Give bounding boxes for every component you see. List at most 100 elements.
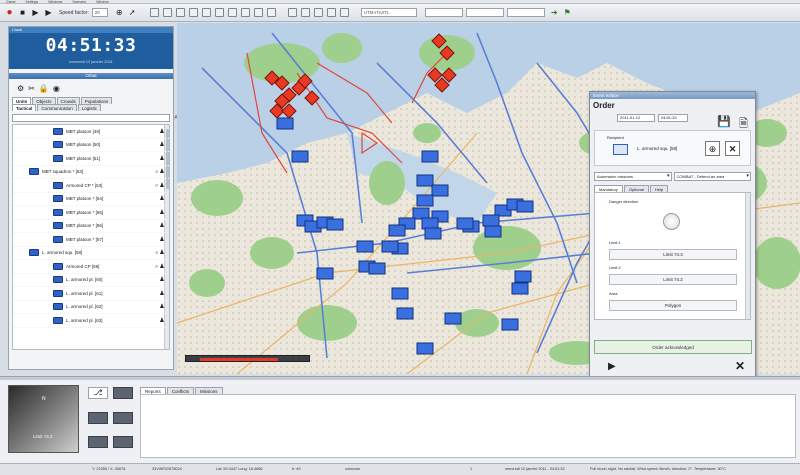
- friendly-unit-icon[interactable]: [368, 262, 386, 275]
- settings-icon[interactable]: ⚙: [17, 84, 24, 93]
- menu-windows[interactable]: Windows: [48, 0, 62, 4]
- friendly-unit-icon[interactable]: [356, 240, 374, 253]
- contour-icon[interactable]: [266, 8, 276, 17]
- friendly-unit-icon[interactable]: [516, 200, 534, 213]
- eye-icon[interactable]: ◉: [53, 84, 60, 93]
- draw-polygon-icon[interactable]: [175, 8, 185, 17]
- coordinate-input-2[interactable]: [465, 8, 504, 17]
- friendly-unit-icon[interactable]: [276, 117, 294, 130]
- friendly-unit-icon[interactable]: [482, 214, 500, 227]
- draw-circle-icon[interactable]: [188, 8, 198, 17]
- tab-help[interactable]: Help: [649, 185, 669, 192]
- coordinate-system-select[interactable]: UTM-ITA/ITL: [360, 8, 417, 17]
- record-icon[interactable]: ●: [4, 7, 15, 18]
- reports-log[interactable]: [140, 394, 796, 458]
- chart-icon[interactable]: [326, 8, 336, 17]
- limit2-value[interactable]: Limit 74.2: [609, 274, 737, 285]
- step-icon[interactable]: ▶: [30, 7, 41, 18]
- tree-row[interactable]: L. armored pl. [60] ♟: [13, 274, 169, 287]
- friendly-unit-icon[interactable]: [444, 312, 462, 325]
- bottom-splitter[interactable]: [0, 377, 800, 380]
- friendly-unit-icon[interactable]: [381, 240, 399, 253]
- tree-row[interactable]: MBT platoon * [56] ♟: [13, 220, 169, 233]
- tab-populations[interactable]: Populations: [80, 97, 113, 104]
- tab-reports[interactable]: Reports: [140, 387, 166, 394]
- scissors-icon[interactable]: ✂: [28, 84, 35, 93]
- magnifier-icon[interactable]: ⊕: [114, 7, 125, 18]
- tree-row[interactable]: Armored CP * [53] P ♟: [13, 179, 169, 193]
- draw-line-icon[interactable]: [149, 8, 159, 17]
- layer-icon-5[interactable]: [113, 436, 133, 449]
- minimap[interactable]: N Limit 74.2: [8, 385, 79, 453]
- friendly-unit-icon[interactable]: [431, 184, 449, 197]
- play-icon[interactable]: ▶: [43, 7, 54, 18]
- coordinate-input-3[interactable]: [506, 8, 545, 17]
- friendly-unit-icon[interactable]: [316, 267, 334, 280]
- draw-point-icon[interactable]: [162, 8, 172, 17]
- flag-icon[interactable]: ⚑: [562, 7, 573, 18]
- goto-icon[interactable]: ➜: [549, 7, 560, 18]
- friendly-unit-icon[interactable]: [326, 218, 344, 231]
- terrain-icon[interactable]: [339, 8, 349, 17]
- menu-settings[interactable]: Settings: [26, 0, 39, 4]
- tree-row[interactable]: L. armored pl. [62] ♟: [13, 301, 169, 314]
- coordinate-input-1[interactable]: [424, 8, 463, 17]
- tree-row[interactable]: MBT platoon * [54] ♟: [13, 193, 169, 206]
- filter-icon[interactable]: [287, 8, 297, 17]
- tools-icon[interactable]: ✕: [725, 141, 740, 156]
- grid-icon[interactable]: [240, 8, 250, 17]
- tab-mandatory[interactable]: Mandatory: [594, 185, 623, 192]
- friendly-unit-icon[interactable]: [388, 224, 406, 237]
- tab-communication[interactable]: Communication: [37, 104, 77, 111]
- lock-icon[interactable]: 🔒: [39, 84, 49, 93]
- tree-row[interactable]: L. armored pl. [63] ♟: [13, 314, 169, 328]
- order-date-input[interactable]: 2011-01-12: [617, 114, 655, 122]
- save-icon[interactable]: 💾: [717, 115, 731, 128]
- tree-row[interactable]: MBT platoon [51] ♟: [13, 152, 169, 166]
- orbat-search-input[interactable]: ⌕: [12, 114, 178, 122]
- layer-icon-2[interactable]: [88, 411, 108, 424]
- friendly-unit-icon[interactable]: [412, 207, 430, 220]
- limit1-value[interactable]: Limit 74.3: [609, 249, 737, 260]
- tab-missions[interactable]: Missions: [195, 387, 223, 394]
- area-value[interactable]: Polygon: [609, 300, 737, 311]
- pointer-icon[interactable]: ➚: [127, 7, 138, 18]
- friendly-unit-icon[interactable]: [421, 150, 439, 163]
- stop-icon[interactable]: ■: [17, 7, 28, 18]
- menu-game[interactable]: Game: [6, 0, 16, 4]
- menu-window[interactable]: Window: [96, 0, 108, 4]
- tab-logistic[interactable]: Logistic: [77, 104, 101, 111]
- hierarchy-icon[interactable]: ⎇: [88, 387, 108, 399]
- order-time-input[interactable]: 04:51:33: [658, 114, 688, 122]
- tree-row[interactable]: MBT platoon * [57] ♟: [13, 233, 169, 247]
- tree-row[interactable]: L. armored pl. [61] ♟: [13, 287, 169, 301]
- layers-icon[interactable]: [253, 8, 263, 17]
- friendly-unit-icon[interactable]: [416, 342, 434, 355]
- mission-type-select[interactable]: Automaton missions: [594, 172, 672, 181]
- tree-row[interactable]: Armored CP [59] P ♟: [13, 260, 169, 274]
- friendly-unit-icon[interactable]: [291, 150, 309, 163]
- params-scrollbar[interactable]: [745, 193, 750, 319]
- friendly-unit-icon[interactable]: [484, 225, 502, 238]
- tab-optional[interactable]: Optional: [623, 185, 649, 192]
- close-icon[interactable]: ✕: [735, 359, 745, 373]
- layer-icon-1[interactable]: [113, 387, 133, 399]
- time-slider[interactable]: [185, 355, 310, 362]
- friendly-unit-icon[interactable]: [391, 287, 409, 300]
- ruler-icon[interactable]: [214, 8, 224, 17]
- layer-icon-4[interactable]: [88, 436, 108, 449]
- tree-row[interactable]: MBT platoon * [55] ♟: [13, 206, 169, 220]
- speed-input[interactable]: 20: [91, 8, 108, 17]
- fire-icon[interactable]: [313, 8, 323, 17]
- tab-tactical[interactable]: Tactical: [12, 104, 37, 111]
- tab-conflicts[interactable]: Conflicts: [166, 387, 195, 394]
- weather-icon[interactable]: [300, 8, 310, 17]
- danger-direction-dial[interactable]: [663, 213, 680, 230]
- friendly-unit-icon[interactable]: [456, 217, 474, 230]
- friendly-unit-icon[interactable]: [421, 217, 439, 230]
- send-order-icon[interactable]: ▶: [608, 361, 616, 372]
- tab-objects[interactable]: Objects: [32, 97, 56, 104]
- tree-row[interactable]: MBT platoon [50] ♟: [13, 139, 169, 152]
- tree-row[interactable]: MBT platoon [49] ♟: [13, 125, 169, 139]
- friendly-unit-icon[interactable]: [514, 270, 532, 283]
